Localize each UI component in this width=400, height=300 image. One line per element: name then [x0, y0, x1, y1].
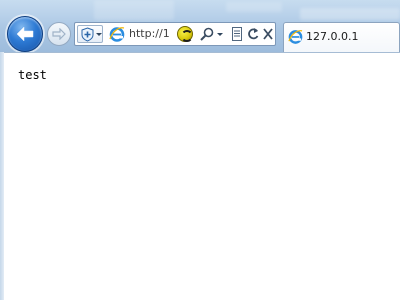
- page-icon[interactable]: [231, 26, 243, 42]
- forward-arrow-icon: [52, 28, 66, 40]
- shield-plus-icon: [81, 27, 94, 42]
- address-text[interactable]: http://1: [129, 27, 170, 40]
- search-icon[interactable]: [199, 26, 215, 42]
- ie-logo-icon: [288, 30, 303, 44]
- ie-logo-icon: [109, 27, 125, 42]
- forward-button[interactable]: [47, 22, 71, 46]
- chevron-down-icon[interactable]: [217, 33, 223, 36]
- background-window-blur: [226, 2, 282, 12]
- back-arrow-icon: [16, 26, 34, 42]
- page-content: [0, 52, 400, 300]
- tab-127-0-0-1[interactable]: 127.0.0.1: [283, 22, 400, 52]
- back-button[interactable]: [7, 16, 43, 52]
- background-window-blur: [94, 0, 174, 20]
- address-bar[interactable]: http://1: [74, 22, 276, 46]
- stop-icon[interactable]: [262, 26, 274, 42]
- security-button[interactable]: [77, 25, 103, 43]
- compatibility-view-icon[interactable]: [177, 26, 193, 42]
- page-body-text: test: [18, 68, 47, 82]
- refresh-icon[interactable]: [246, 26, 260, 42]
- background-window-blur: [300, 8, 400, 20]
- window-frame-left: [0, 52, 4, 300]
- tab-label: 127.0.0.1: [306, 30, 359, 43]
- chevron-down-icon: [96, 33, 102, 36]
